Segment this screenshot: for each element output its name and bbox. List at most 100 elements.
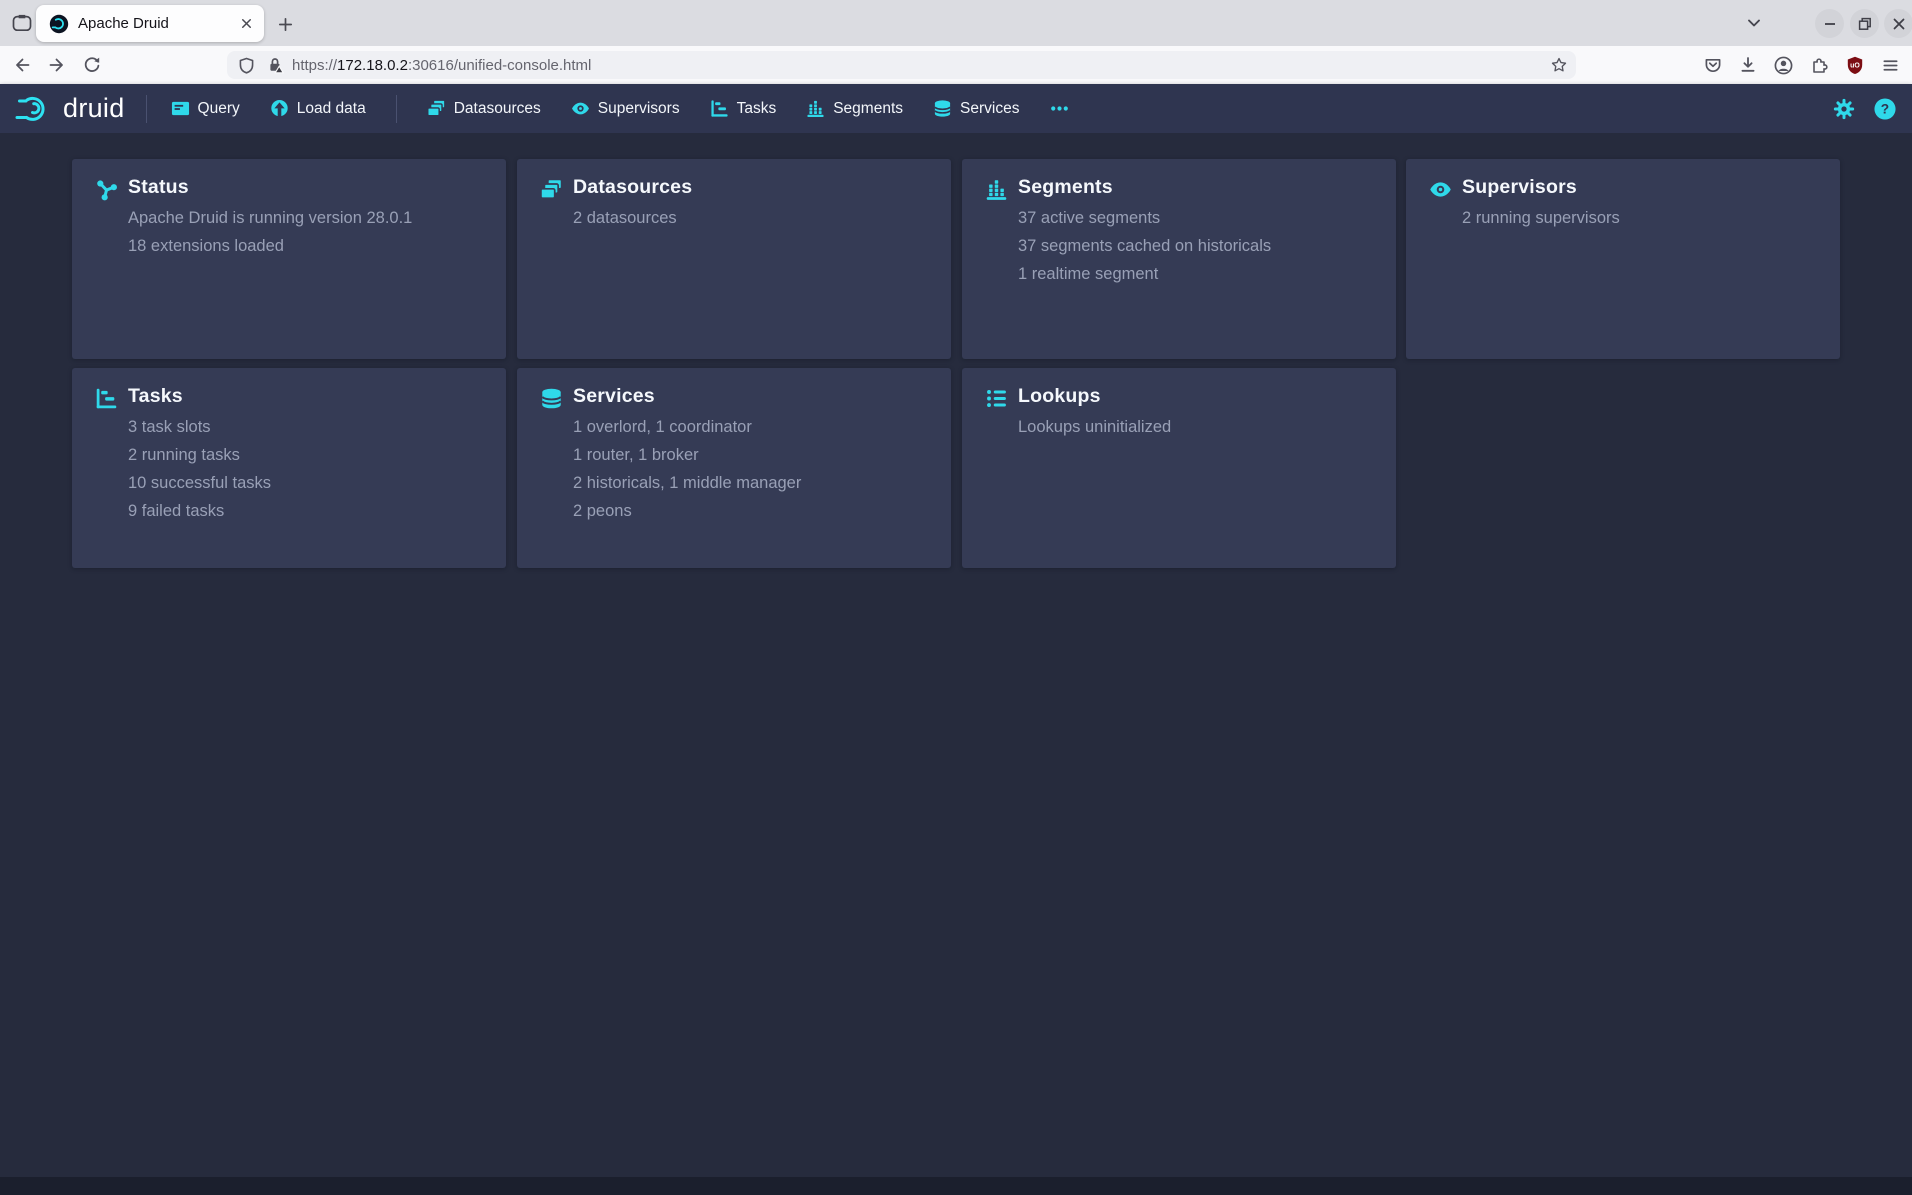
firefox-view-button[interactable] xyxy=(8,11,36,35)
help-icon: ? xyxy=(1874,98,1896,120)
card-stat-line: 3 task slots xyxy=(128,419,271,436)
card-stat-line: Apache Druid is running version 28.0.1 xyxy=(128,210,412,227)
card-segments[interactable]: Segments 37 active segments 37 segments … xyxy=(962,159,1396,359)
bookmark-star-button[interactable] xyxy=(1546,52,1572,78)
new-tab-button[interactable] xyxy=(272,11,298,37)
druid-wordmark: druid xyxy=(63,93,125,124)
window-close-button[interactable] xyxy=(1884,9,1912,38)
back-button[interactable] xyxy=(8,51,36,79)
druid-home-view: Status Apache Druid is running version 2… xyxy=(0,133,1912,1177)
card-stat-line: 10 successful tasks xyxy=(128,475,271,492)
card-lines: Apache Druid is running version 28.0.1 1… xyxy=(128,210,412,266)
card-stat-line: 2 historicals, 1 middle manager xyxy=(573,475,801,492)
list-all-tabs-button[interactable] xyxy=(1740,10,1768,36)
url-text: https://172.18.0.2:30616/unified-console… xyxy=(292,57,1546,74)
forward-arrow-icon xyxy=(47,55,67,75)
nav-item-services[interactable]: Services xyxy=(933,99,1019,118)
card-title: Lookups xyxy=(1018,385,1101,408)
card-status[interactable]: Status Apache Druid is running version 2… xyxy=(72,159,506,359)
datasources-icon xyxy=(540,178,563,201)
account-button[interactable] xyxy=(1769,51,1797,79)
nav-item-label: Segments xyxy=(833,100,903,118)
connection-security-button[interactable] xyxy=(265,55,285,75)
star-icon xyxy=(1550,56,1568,74)
forward-button[interactable] xyxy=(43,51,71,79)
firefox-view-icon xyxy=(11,13,33,33)
eye-icon xyxy=(571,99,590,118)
card-stat-line: 2 running tasks xyxy=(128,447,271,464)
browser-url-toolbar: https://172.18.0.2:30616/unified-console… xyxy=(0,46,1912,85)
download-icon xyxy=(1738,55,1758,75)
nav-item-query[interactable]: Query xyxy=(171,99,240,118)
query-icon xyxy=(171,99,190,118)
druid-brand[interactable]: druid xyxy=(12,93,125,124)
browser-window: Apache Druid xyxy=(0,0,1912,1195)
card-supervisors[interactable]: Supervisors 2 running supervisors xyxy=(1406,159,1840,359)
druid-logo-icon xyxy=(12,94,54,124)
menu-button[interactable] xyxy=(1876,51,1904,79)
card-lines: 1 overlord, 1 coordinator 1 router, 1 br… xyxy=(573,419,801,531)
stacked-chart-icon xyxy=(806,99,825,118)
ublock-shield-icon: uO xyxy=(1845,55,1865,75)
card-title: Supervisors xyxy=(1462,176,1577,199)
nav-item-supervisors[interactable]: Supervisors xyxy=(571,99,680,118)
navbar-divider xyxy=(146,95,147,123)
card-datasources[interactable]: Datasources 2 datasources xyxy=(517,159,951,359)
pocket-button[interactable] xyxy=(1699,51,1727,79)
nav-item-segments[interactable]: Segments xyxy=(806,99,903,118)
card-title: Tasks xyxy=(128,385,183,408)
help-button[interactable]: ? xyxy=(1874,98,1896,120)
url-address-field[interactable]: https://172.18.0.2:30616/unified-console… xyxy=(227,51,1576,79)
card-stat-line: 37 segments cached on historicals xyxy=(1018,238,1271,255)
window-minimize-button[interactable] xyxy=(1815,9,1844,38)
card-stat-line: 1 router, 1 broker xyxy=(573,447,801,464)
gantt-chart-icon xyxy=(710,99,729,118)
nav-item-tasks[interactable]: Tasks xyxy=(710,99,777,118)
card-stat-line: 1 overlord, 1 coordinator xyxy=(573,419,801,436)
card-lines: 2 datasources xyxy=(573,210,677,238)
restore-icon xyxy=(1857,16,1873,32)
nav-item-datasources[interactable]: Datasources xyxy=(427,99,541,118)
url-host: 172.18.0.2 xyxy=(337,57,408,74)
minimize-icon xyxy=(1822,16,1838,32)
card-services[interactable]: Services 1 overlord, 1 coordinator 1 rou… xyxy=(517,368,951,568)
card-lines: 2 running supervisors xyxy=(1462,210,1620,238)
pocket-icon xyxy=(1703,55,1723,75)
nav-item-label: Load data xyxy=(297,100,366,118)
browser-tab-strip: Apache Druid xyxy=(0,0,1912,46)
upload-icon xyxy=(270,99,289,118)
datasources-icon xyxy=(427,99,446,118)
nav-more-button[interactable] xyxy=(1049,99,1070,118)
card-title: Status xyxy=(128,176,189,199)
settings-button[interactable] xyxy=(1833,98,1855,120)
nav-item-label: Datasources xyxy=(454,100,541,118)
card-lines: 37 active segments 37 segments cached on… xyxy=(1018,210,1271,294)
hamburger-icon xyxy=(1881,56,1900,75)
tab-close-button[interactable] xyxy=(234,12,258,36)
nav-item-label: Tasks xyxy=(737,100,777,118)
card-stat-line: Lookups uninitialized xyxy=(1018,419,1171,436)
account-icon xyxy=(1773,55,1794,76)
card-lines: Lookups uninitialized xyxy=(1018,419,1171,447)
puzzle-icon xyxy=(1809,55,1829,75)
reload-button[interactable] xyxy=(78,51,106,79)
tracking-protection-button[interactable] xyxy=(236,55,256,75)
card-lookups[interactable]: Lookups Lookups uninitialized xyxy=(962,368,1396,568)
window-restore-button[interactable] xyxy=(1850,9,1879,38)
status-graph-icon xyxy=(95,178,118,201)
extensions-button[interactable] xyxy=(1805,51,1833,79)
more-dots-icon xyxy=(1049,99,1070,118)
nav-item-load-data[interactable]: Load data xyxy=(270,99,366,118)
card-title: Datasources xyxy=(573,176,692,199)
card-tasks[interactable]: Tasks 3 task slots 2 running tasks 10 su… xyxy=(72,368,506,568)
ublock-button[interactable]: uO xyxy=(1841,51,1869,79)
card-lines: 3 task slots 2 running tasks 10 successf… xyxy=(128,419,271,531)
nav-item-label: Supervisors xyxy=(598,100,680,118)
navbar-divider xyxy=(396,95,397,123)
back-arrow-icon xyxy=(12,55,32,75)
properties-list-icon xyxy=(985,387,1008,410)
card-stat-line: 37 active segments xyxy=(1018,210,1271,227)
gear-icon xyxy=(1833,98,1855,120)
browser-tab-apache-druid[interactable]: Apache Druid xyxy=(36,5,264,42)
downloads-button[interactable] xyxy=(1734,51,1762,79)
